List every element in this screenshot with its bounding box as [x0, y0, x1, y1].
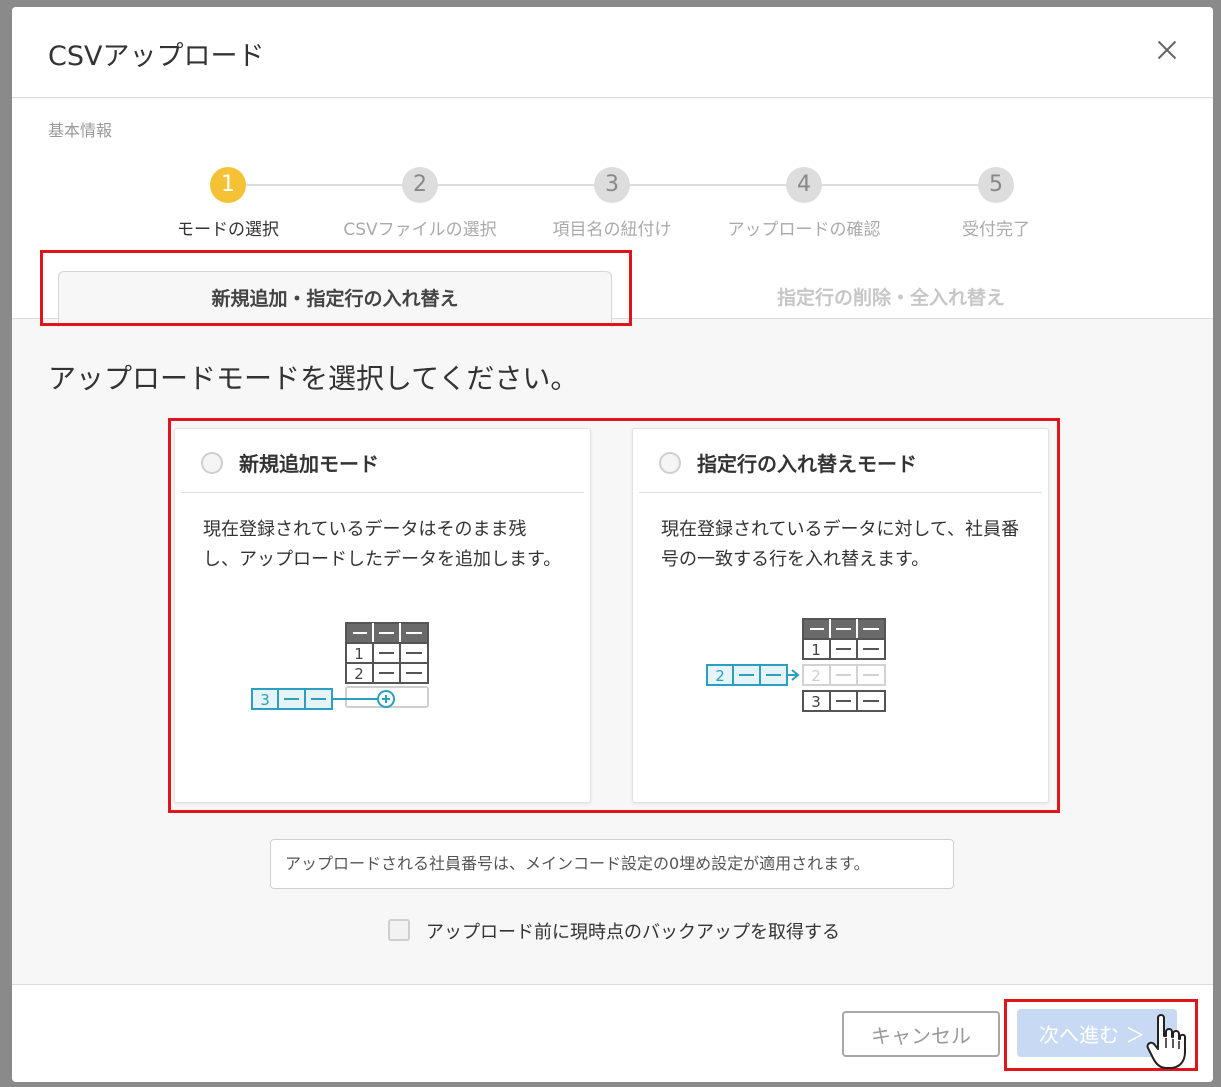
step-4: 4 アップロードの確認: [724, 167, 884, 240]
backup-label: アップロード前に現時点のバックアップを取得する: [426, 922, 840, 943]
step-number: 4: [786, 167, 822, 203]
step-number: 3: [594, 167, 630, 203]
modal-title: CSVアップロード: [48, 41, 265, 72]
mode-prompt: アップロードモードを選択してください。: [48, 362, 579, 395]
mode-card-replace[interactable]: 指定行の入れ替えモード 現在登録されているデータに対して、社員番号の一致する行を…: [632, 428, 1049, 803]
backup-checkbox[interactable]: [388, 919, 410, 941]
illus-row-label: 2: [811, 667, 821, 685]
radio-replace-mode[interactable]: [659, 452, 681, 474]
csv-upload-modal: CSVアップロード 基本情報 1 モードの選択 2 CSVファイルの選択 3 項…: [12, 7, 1213, 1082]
illus-row-label: 1: [354, 645, 364, 663]
card-description: 現在登録されているデータに対して、社員番号の一致する行を入れ替えます。: [661, 519, 1020, 570]
mode-card-add[interactable]: 新規追加モード 現在登録されているデータはそのまま残し、アップロードしたデータを…: [174, 428, 591, 803]
step-label: 項目名の紐付け: [552, 220, 672, 240]
radio-add-mode[interactable]: [201, 452, 223, 474]
hand-cursor-icon: [1146, 1014, 1186, 1069]
step-1: 1 モードの選択: [148, 167, 308, 240]
illus-row-label: 3: [811, 693, 821, 711]
step-2: 2 CSVファイルの選択: [340, 167, 500, 240]
step-number: 2: [402, 167, 438, 203]
modal-footer: キャンセル 次へ進む ＞: [12, 984, 1213, 1082]
zero-padding-notice: アップロードされる社員番号は、メインコード設定の0埋め設定が適用されます。: [270, 839, 954, 889]
illus-row-label: 2: [354, 665, 364, 683]
step-label: モードの選択: [177, 220, 279, 240]
illus-new-row-label: 2: [715, 667, 725, 685]
tab-delete-replace-all[interactable]: 指定行の削除・全入れ替え: [614, 271, 1168, 327]
card-description: 現在登録されているデータはそのまま残し、アップロードしたデータを追加します。: [203, 519, 562, 570]
card-title: 新規追加モード: [239, 452, 379, 476]
step-number: 5: [978, 167, 1014, 203]
step-label: 受付完了: [962, 220, 1030, 240]
add-mode-illustration-icon: 1 2 3: [251, 622, 429, 710]
step-3: 3 項目名の紐付け: [532, 167, 692, 240]
cancel-button[interactable]: キャンセル: [842, 1011, 1000, 1057]
card-header: 指定行の入れ替えモード: [639, 429, 1042, 493]
step-number: 1: [210, 167, 246, 203]
card-header: 新規追加モード: [181, 429, 584, 493]
modal-header: CSVアップロード: [12, 7, 1213, 98]
step-label: CSVファイルの選択: [343, 220, 497, 240]
step-area: 基本情報 1 モードの選択 2 CSVファイルの選択 3 項目名の紐付け 4 ア…: [12, 99, 1213, 327]
illus-new-row-label: 3: [260, 691, 270, 709]
card-title: 指定行の入れ替えモード: [697, 452, 917, 476]
illus-row-label: 1: [811, 641, 821, 659]
step-label: アップロードの確認: [727, 220, 881, 240]
step-5: 5 受付完了: [916, 167, 1076, 240]
replace-mode-illustration-icon: 1 2 3 2: [706, 618, 886, 712]
tab-add-replace[interactable]: 新規追加・指定行の入れ替え: [58, 271, 612, 327]
section-label: 基本情報: [48, 121, 113, 140]
close-icon[interactable]: [1157, 40, 1177, 60]
